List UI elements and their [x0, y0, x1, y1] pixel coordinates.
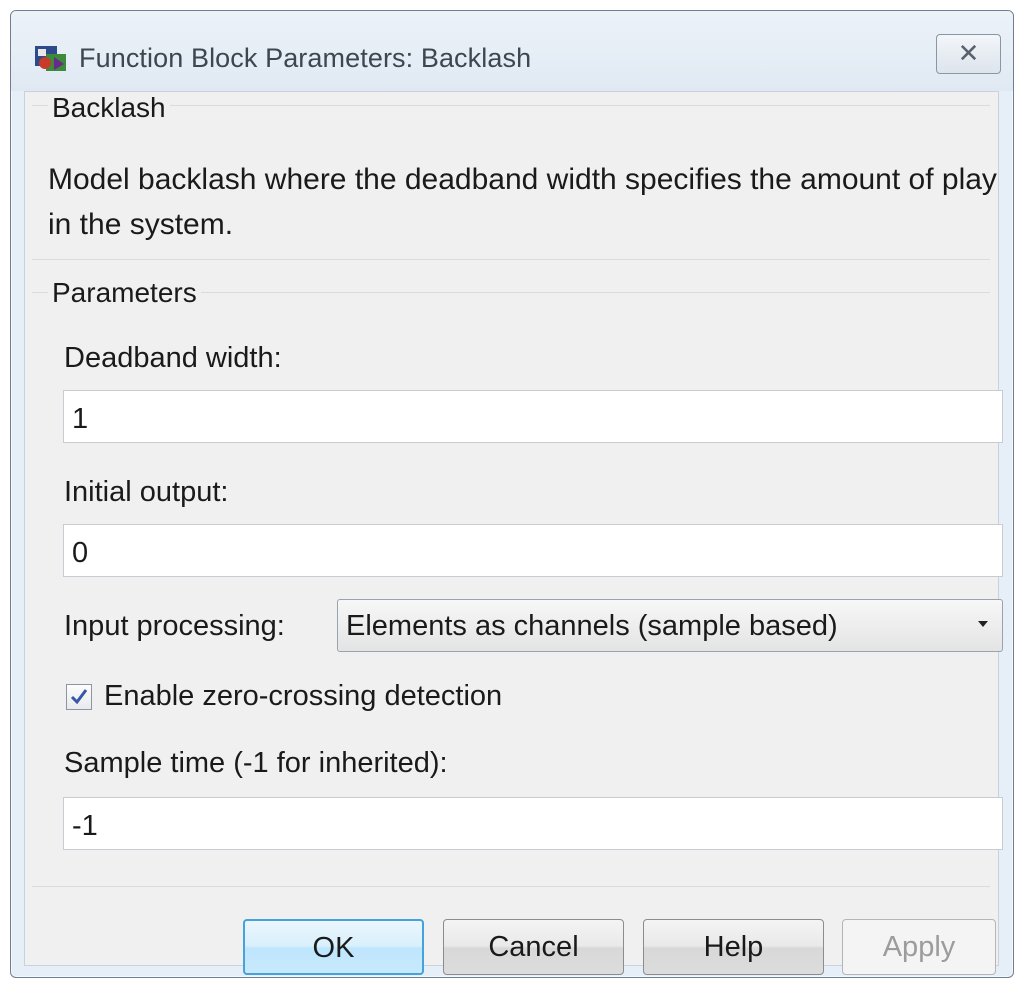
- initial-output-field[interactable]: 0: [63, 524, 1003, 577]
- simulink-block-icon: [34, 43, 68, 73]
- title-bar[interactable]: Function Block Parameters: Backlash ✕: [11, 11, 1013, 91]
- window-title: Function Block Parameters: Backlash: [79, 43, 532, 73]
- close-button[interactable]: ✕: [936, 34, 1001, 74]
- apply-button: Apply: [842, 919, 996, 975]
- sample-time-label: Sample time (-1 for inherited):: [64, 747, 448, 779]
- cancel-button[interactable]: Cancel: [443, 919, 624, 975]
- ok-button[interactable]: OK: [243, 919, 424, 975]
- deadband-width-field[interactable]: 1: [63, 390, 1003, 443]
- close-icon: ✕: [957, 39, 980, 69]
- zero-crossing-label[interactable]: Enable zero-crossing detection: [104, 680, 502, 713]
- deadband-width-label: Deadband width:: [64, 342, 282, 374]
- input-processing-dropdown[interactable]: Elements as channels (sample based): [337, 599, 1003, 652]
- description-group-title: Backlash: [48, 92, 170, 124]
- input-processing-label: Input processing:: [64, 610, 285, 642]
- parameters-group-title: Parameters: [48, 277, 201, 309]
- help-button[interactable]: Help: [643, 919, 824, 975]
- dialog-window: Function Block Parameters: Backlash ✕ Ba…: [10, 10, 1014, 978]
- initial-output-label: Initial output:: [64, 476, 229, 508]
- dialog-body: Backlash Model backlash where the deadba…: [24, 91, 1003, 975]
- block-description: Model backlash where the deadband width …: [48, 163, 997, 241]
- chevron-down-icon: [978, 621, 988, 627]
- checkmark-icon: [70, 689, 88, 705]
- input-processing-selected: Elements as channels (sample based): [346, 610, 838, 642]
- zero-crossing-checkbox[interactable]: [66, 684, 92, 710]
- sample-time-field[interactable]: -1: [63, 797, 1003, 850]
